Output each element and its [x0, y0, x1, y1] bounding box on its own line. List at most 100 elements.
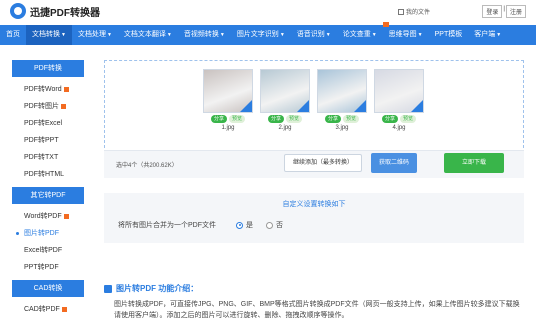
sidebar-item-label: PDF转TXT [24, 154, 59, 161]
share-button[interactable]: 分享 [210, 115, 227, 123]
sidebar-item[interactable]: PPT转PDF [12, 259, 84, 276]
chevron-down-icon: ▼ [106, 32, 112, 38]
sidebar-group-title[interactable]: PDF转换 [12, 60, 84, 77]
sidebar-item-label: PDF转Word [24, 86, 62, 93]
sidebar: PDF转换 PDF转Word PDF转图片 PDF转Excel PDF转PPT PDF转T… [12, 60, 84, 318]
sidebar-item[interactable]: PDF转Word [12, 81, 84, 98]
file-thumbnail[interactable]: 分享 预览 2.jpg [260, 69, 310, 131]
nav-item-10[interactable]: 客户端▼ [468, 25, 507, 45]
thumbnail-image [317, 69, 367, 113]
file-thumbnail[interactable]: 分享 预览 3.jpg [317, 69, 367, 131]
thumbnail-image [374, 69, 424, 113]
nav-item-7[interactable]: 论文查重▼ [337, 25, 383, 45]
preview-button[interactable]: 预览 [400, 115, 417, 123]
nav-item-9[interactable]: PPT模板 [429, 25, 469, 45]
file-name: 4.jpg [392, 125, 406, 131]
selection-count: 选中4个（共200.62K） [116, 163, 178, 169]
preview-button[interactable]: 预览 [229, 115, 246, 123]
sidebar-item-label: CAD转PDF [24, 306, 60, 313]
nav-item-label: 首页 [6, 31, 20, 38]
file-name: 3.jpg [335, 125, 349, 131]
sidebar-item[interactable]: PDF转PPT [12, 132, 84, 149]
my-files-link[interactable]: 我的文件 [398, 7, 430, 16]
settings-title: 自定义设置转换如下 [282, 201, 346, 208]
sidebar-item[interactable]: PDF转图片 [12, 98, 84, 115]
sidebar-group-title[interactable]: 其它转PDF [12, 187, 84, 204]
preview-button[interactable]: 预览 [343, 115, 360, 123]
share-button[interactable]: 分享 [324, 115, 341, 123]
nav-item-8[interactable]: 思维导图▼ [383, 25, 429, 45]
nav-item-label: PPT模板 [434, 31, 463, 38]
sidebar-item[interactable]: PDF转Excel [12, 115, 84, 132]
brand-name: 迅捷PDF转换器 [30, 7, 100, 19]
brand-logo[interactable]: 迅捷PDF转换器 [10, 3, 100, 19]
sidebar-item[interactable]: Excel转PDF [12, 242, 84, 259]
sidebar-item[interactable]: 图片转PDF [12, 225, 84, 242]
preview-button[interactable]: 预览 [286, 115, 303, 123]
sidebar-item-label: PPT转PDF [24, 264, 59, 271]
my-files-label: 我的文件 [406, 10, 431, 16]
intro-title: 图片转PDF 功能介绍： [116, 284, 199, 293]
file-icon [398, 8, 404, 15]
top-bar: 迅捷PDF转换器 我的文件 登录 | 注册 [0, 0, 536, 22]
merge-no-radio[interactable]: 否 [266, 220, 283, 230]
chevron-down-icon: ▼ [166, 32, 172, 38]
nav-item-5[interactable]: 图片文字识别▼ [231, 25, 291, 45]
sidebar-item[interactable]: PDF转HTML [12, 166, 84, 183]
add-more-button[interactable]: 继续添加（最多转换） [284, 154, 362, 172]
download-button[interactable]: 立即下载 [444, 153, 504, 173]
chevron-down-icon: ▼ [219, 32, 225, 38]
chevron-down-icon: ▼ [61, 32, 66, 38]
file-name: 2.jpg [278, 125, 292, 131]
share-button[interactable]: 分享 [267, 115, 284, 123]
get-qrcode-button[interactable]: 获取二维码 [371, 153, 417, 173]
new-badge-icon [383, 22, 389, 27]
nav-item-label: 思维导图 [388, 31, 417, 38]
file-name: 1.jpg [221, 125, 235, 131]
chevron-down-icon: ▼ [279, 32, 285, 38]
merge-yes-radio[interactable]: 是 [236, 220, 253, 230]
nav-item-3[interactable]: 文档文本翻译▼ [118, 25, 178, 45]
merge-label: 将所有图片合并为一个PDF文件 [118, 222, 216, 229]
nav-item-6[interactable]: 语音识别▼ [291, 25, 337, 45]
file-thumbnail[interactable]: 分享 预览 1.jpg [203, 69, 253, 131]
check-icon [297, 100, 309, 112]
main-nav: 首页 文档转换▼ 文档处理▼ 文档文本翻译▼ 音视频转换▼ 图片文字识别▼ 语音识别▼ 论文查… [0, 25, 536, 45]
file-thumbnail[interactable]: 分享 预览 4.jpg [374, 69, 424, 131]
share-button[interactable]: 分享 [381, 115, 398, 123]
nav-item-4[interactable]: 音视频转换▼ [178, 25, 231, 45]
nav-item-label: 音视频转换 [183, 31, 219, 38]
thumbnail-actions: 分享 预览 [203, 115, 253, 123]
sidebar-item-label: PDF转Excel [24, 120, 63, 127]
nav-item-1[interactable]: 文档转换▼ [26, 25, 72, 45]
login-button[interactable]: 登录 [482, 5, 503, 18]
sidebar-item-label: PDF转HTML [24, 171, 65, 178]
settings-panel: 自定义设置转换如下 将所有图片合并为一个PDF文件 是 否 [104, 193, 524, 243]
nav-item-label: 文档转换 [32, 31, 60, 38]
sidebar-item[interactable]: CAD转PDF [12, 301, 84, 318]
auth-buttons: 登录 | 注册 [482, 5, 526, 18]
chevron-down-icon: ▼ [417, 32, 423, 38]
thumbnail-image [203, 69, 253, 113]
chevron-down-icon: ▼ [371, 32, 377, 38]
new-badge-icon [63, 213, 69, 219]
thumbnail-actions: 分享 预览 [374, 115, 424, 123]
nav-item-0[interactable]: 首页 [0, 25, 26, 45]
chevron-down-icon: ▼ [325, 32, 331, 38]
intro-heading: 图片转PDF 功能介绍： [104, 283, 198, 294]
register-button[interactable]: 注册 [505, 5, 526, 18]
intro-text: 图片转换成PDF，可直接传JPG、PNG、GIF、BMP等格式图片转换成PDF文… [114, 301, 520, 319]
check-icon [411, 100, 423, 112]
sidebar-item-label: Word转PDF [24, 213, 62, 220]
thumbnail-image [260, 69, 310, 113]
sidebar-item[interactable]: PDF转TXT [12, 149, 84, 166]
nav-item-label: 论文查重 [342, 31, 371, 38]
nav-item-2[interactable]: 文档处理▼ [72, 25, 118, 45]
sidebar-item[interactable]: Word转PDF [12, 208, 84, 225]
sidebar-group-title[interactable]: CAD转换 [12, 280, 84, 297]
sidebar-item-label: 图片转PDF [24, 230, 59, 237]
thumbnail-actions: 分享 预览 [317, 115, 367, 123]
merge-no-label: 否 [276, 222, 283, 229]
thumbnail-list: 分享 预览 1.jpg 分享 预览 2.jpg 分享 预览 3.jpg 分享 预览 4.jpg [203, 69, 431, 131]
new-badge-icon [63, 86, 69, 92]
